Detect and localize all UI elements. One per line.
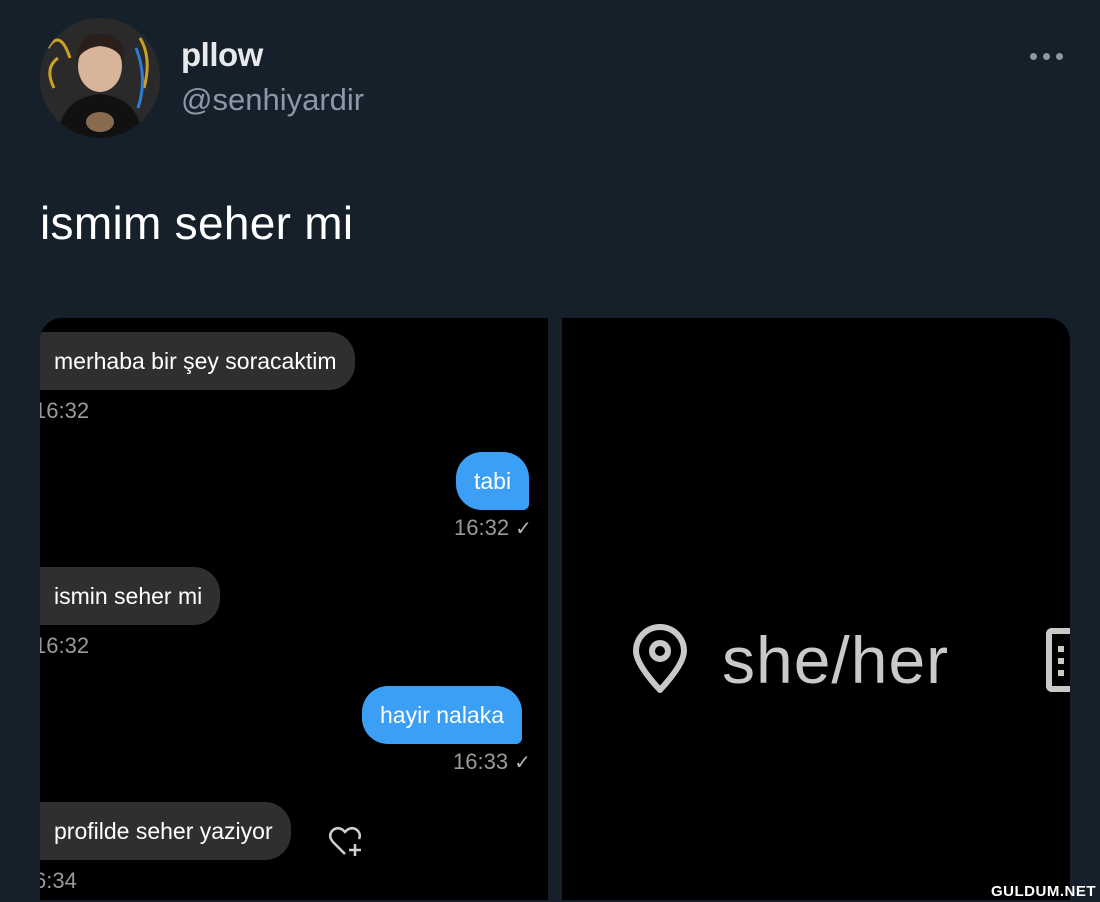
user-handle[interactable]: @senhiyardir xyxy=(181,82,364,118)
calendar-dot xyxy=(1058,670,1064,676)
heart-add-icon[interactable] xyxy=(328,824,364,858)
location-pin-icon xyxy=(633,624,687,693)
profile-screenshot[interactable]: she/her xyxy=(562,318,1070,900)
sent-check-icon: ✓ xyxy=(514,752,531,774)
more-dot xyxy=(1042,52,1050,60)
message-time: 16:33 xyxy=(453,749,509,774)
avatar-photo xyxy=(40,18,160,138)
tweet-media[interactable]: merhaba bir şey soracaktim 16:32 tabi 16… xyxy=(40,318,1070,900)
tweet-text: ismim seher mi xyxy=(40,197,354,249)
more-dot xyxy=(1055,52,1063,60)
message-time-status: 16:32 ✓ xyxy=(454,515,532,541)
message-time: 16:32 xyxy=(40,398,90,423)
sent-check-icon: ✓ xyxy=(515,518,532,540)
calendar-dot xyxy=(1058,658,1064,664)
more-dot xyxy=(1029,52,1037,60)
message-time-status: 16:33 ✓ xyxy=(453,749,531,775)
watermark: GULDUM.NET xyxy=(991,883,1096,900)
calendar-dot xyxy=(1058,646,1064,652)
calendar-icon xyxy=(1046,628,1070,692)
message-time: 16:32 xyxy=(40,633,90,658)
message-bubble-incoming: ismin seher mi xyxy=(40,567,221,625)
message-time: 16:32 xyxy=(454,515,510,540)
message-bubble-incoming: merhaba bir şey soracaktim xyxy=(40,332,355,390)
message-bubble-outgoing: hayir nalaka xyxy=(362,686,523,744)
message-bubble-incoming: profilde seher yaziyor xyxy=(40,802,291,860)
display-name[interactable]: pllow xyxy=(181,36,263,74)
avatar[interactable] xyxy=(40,18,160,138)
message-time: 6:34 xyxy=(40,868,77,893)
message-bubble-outgoing: tabi xyxy=(456,452,530,510)
chat-screenshot[interactable]: merhaba bir şey soracaktim 16:32 tabi 16… xyxy=(40,318,548,900)
more-horizontal-icon[interactable] xyxy=(1022,44,1070,68)
pronouns-text: she/her xyxy=(722,623,950,697)
